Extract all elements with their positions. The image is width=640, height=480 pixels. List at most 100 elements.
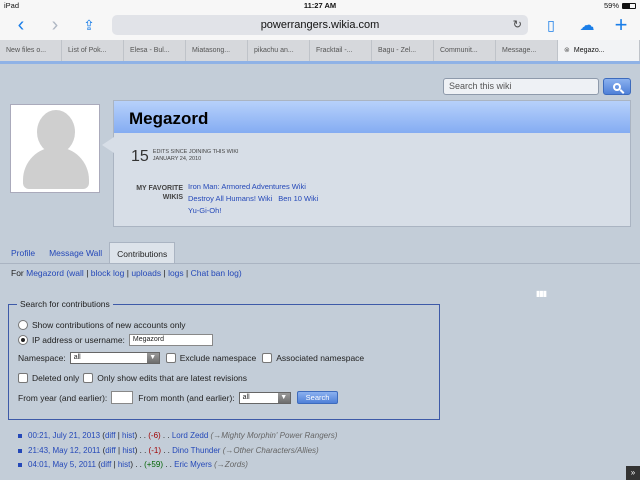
hist-link[interactable]: hist [122,446,134,455]
chevron-down-icon: ▼ [146,353,159,363]
timestamp-link[interactable]: 21:43, May 12, 2011 [28,446,100,455]
uploads-link[interactable]: uploads [131,268,161,278]
size-delta: (-1) [148,445,161,455]
namespace-label: Namespace: [18,353,66,363]
favorite-wikis-list: Iron Man: Armored Adventures Wiki Destro… [188,181,388,217]
wiki-search-input[interactable]: Search this wiki [443,78,599,95]
browser-tab[interactable]: pikachu an... [248,40,310,61]
year-input[interactable] [111,391,134,404]
favorite-wiki-link[interactable]: Destroy All Humans! Wiki [188,194,272,203]
reload-icon[interactable]: ↻ [513,15,522,35]
browser-tab[interactable]: Communit... [434,40,496,61]
back-icon[interactable]: ‹ [10,14,32,36]
username-input[interactable]: Megazord [128,334,213,346]
scroll-top-icon[interactable]: » [626,466,640,480]
diff-link[interactable]: diff [105,446,116,455]
avatar [10,104,100,193]
contributions-search-form: Search for contributions Show contributi… [8,299,440,420]
ip-username-radio[interactable] [18,335,28,345]
search-button[interactable]: Search [296,391,339,404]
list-item: 00:21, July 21, 2013 (diff | hist) . . (… [18,429,337,444]
favorite-wikis-label: MY FAVORITE WIKIS [136,185,183,201]
ip-username-label: IP address or username: [32,335,125,345]
cloud-tabs-icon[interactable]: ☁ [576,14,598,36]
chat-ban-log-link[interactable]: Chat ban log [191,268,239,278]
browser-tab[interactable]: Miatasong... [186,40,248,61]
page-link[interactable]: Eric Myers [174,460,212,469]
battery-percent: 59% [603,1,619,10]
page-link[interactable]: Lord Zedd [172,431,208,440]
user-link[interactable]: Megazord [26,268,64,278]
edit-count: 15 EDITS SINCE JOINING THIS WIKI JANUARY… [131,149,239,165]
list-item: 04:01, May 5, 2011 (diff | hist) . . (+5… [18,458,337,473]
new-accounts-label: Show contributions of new accounts only [32,320,186,330]
form-legend: Search for contributions [17,299,113,309]
browser-tab[interactable]: Bagu - Zel... [372,40,434,61]
status-bar: iPad 11:27 AM 59% [0,0,640,12]
wall-link[interactable]: wall [69,268,84,278]
timestamp-link[interactable]: 00:21, July 21, 2013 [28,431,100,440]
deleted-only-label: Deleted only [32,373,80,383]
edit-summary: (→Zords) [214,460,248,469]
search-icon [613,82,621,91]
namespace-select[interactable]: all ▼ [69,352,160,364]
url-text: powerrangers.wikia.com [260,19,380,31]
tab-profile[interactable]: Profile [4,242,42,264]
address-bar[interactable]: powerrangers.wikia.com ↻ [112,15,528,35]
size-delta: (+59) [144,460,163,469]
page-title: Megazord [129,109,209,128]
page-link[interactable]: Dino Thunder [172,446,220,455]
more-icon[interactable]: ▮▮▮ [536,289,547,298]
browser-tab-active[interactable]: ⊗ Megazo... [558,40,640,61]
chevron-down-icon: ▼ [277,392,290,403]
tab-contributions[interactable]: Contributions [109,242,176,264]
associated-namespace-label: Associated namespace [276,353,365,363]
user-tools-line: For Megazord (wall | block log | uploads… [11,268,242,278]
tab-message-wall[interactable]: Message Wall [42,242,109,264]
new-accounts-radio[interactable] [18,320,28,330]
favorite-wiki-link[interactable]: Yu-Gi-Oh! [188,206,221,215]
join-date: JANUARY 24, 2010 [152,156,202,162]
close-tab-icon[interactable]: ⊗ [564,47,570,54]
browser-tab[interactable]: Message... [496,40,558,61]
edit-count-label: EDITS SINCE JOINING THIS WIKI [152,149,239,155]
block-log-link[interactable]: block log [91,268,125,278]
hist-link[interactable]: hist [118,460,130,469]
hist-link[interactable]: hist [122,431,134,440]
page-content: Search this wiki Megazord 15 EDITS SINCE… [0,64,640,480]
edit-summary: (→Other Characters/Allies) [222,445,319,455]
diff-link[interactable]: diff [105,431,116,440]
logs-link[interactable]: logs [168,268,184,278]
new-tab-icon[interactable]: + [610,14,632,36]
browser-tab[interactable]: List of Pok... [62,40,124,61]
deleted-only-checkbox[interactable] [18,373,28,383]
browser-tab[interactable]: Fracktail -... [310,40,372,61]
browser-toolbar: ‹ › ⇪ powerrangers.wikia.com ↻ ▯ ☁ + [0,12,640,40]
wiki-search-button[interactable] [603,78,631,95]
user-profile-card: Megazord 15 EDITS SINCE JOINING THIS WIK… [102,100,631,227]
exclude-namespace-checkbox[interactable] [165,353,176,363]
tab-bar: New files o... List of Pok... Elesa - Bu… [0,40,640,62]
browser-tab[interactable]: Elesa - Bul... [124,40,186,61]
from-year-label: From year (and earlier): [18,392,108,403]
size-delta: (-6) [148,431,161,440]
battery-icon [622,2,636,9]
timestamp-link[interactable]: 04:01, May 5, 2011 [28,460,96,469]
month-select[interactable]: all ▼ [238,391,291,404]
bookmarks-icon[interactable]: ▯ [540,14,562,36]
edit-count-number: 15 [131,148,149,165]
favorite-wiki-link[interactable]: Iron Man: Armored Adventures Wiki [188,182,306,191]
latest-only-checkbox[interactable] [83,373,94,383]
browser-tab[interactable]: New files o... [0,40,62,61]
clock: 11:27 AM [303,1,337,10]
forward-icon[interactable]: › [44,14,66,36]
edit-summary: (→Mighty Morphin' Power Rangers) [210,431,338,440]
latest-only-label: Only show edits that are latest revision… [97,373,248,383]
associated-namespace-checkbox[interactable] [262,353,273,363]
from-month-label: From month (and earlier): [138,392,235,403]
diff-link[interactable]: diff [101,460,112,469]
favorite-wiki-link[interactable]: Ben 10 Wiki [278,194,318,203]
share-icon[interactable]: ⇪ [78,14,100,36]
exclude-namespace-label: Exclude namespace [179,353,257,363]
list-item: 21:43, May 12, 2011 (diff | hist) . . (-… [18,444,337,459]
